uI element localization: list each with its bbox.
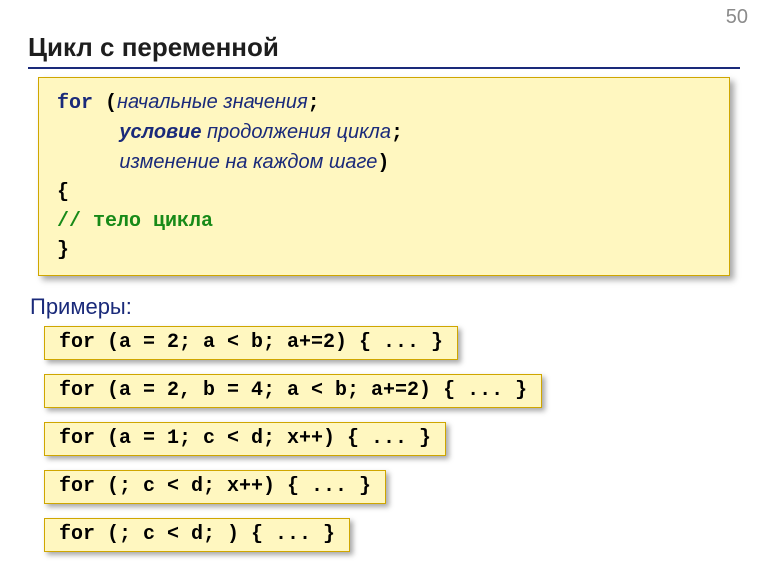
slide: 50 Цикл с переменной for (начальные знач… xyxy=(0,0,768,576)
semicolon-2: ; xyxy=(391,122,403,145)
example-1: for (a = 2; a < b; a+=2) { ... } xyxy=(44,326,458,360)
syntax-line-1: for (начальные значения; xyxy=(57,88,711,118)
example-5: for (; c < d; ) { ... } xyxy=(44,518,350,552)
for-keyword: for xyxy=(57,92,93,115)
semicolon-1: ; xyxy=(308,92,320,115)
body-comment: // тело цикла xyxy=(57,207,711,236)
syntax-line-2: условие продолжения цикла; xyxy=(57,118,711,148)
slide-title: Цикл с переменной xyxy=(28,32,740,63)
condition-label: условие xyxy=(119,121,201,143)
syntax-line-3: изменение на каждом шаге) xyxy=(57,148,711,178)
close-paren: ) xyxy=(377,152,389,175)
example-row-3: for (a = 1; c < d; x++) { ... } xyxy=(28,422,740,470)
open-paren: ( xyxy=(105,92,117,115)
close-brace: } xyxy=(57,236,711,265)
example-4: for (; c < d; x++) { ... } xyxy=(44,470,386,504)
example-row-2: for (a = 2, b = 4; a < b; a+=2) { ... } xyxy=(28,374,740,422)
example-row-1: for (a = 2; a < b; a+=2) { ... } xyxy=(28,326,740,374)
step-text: изменение на каждом шаге xyxy=(119,151,377,173)
open-brace: { xyxy=(57,178,711,207)
examples-label: Примеры: xyxy=(30,294,740,320)
example-3: for (a = 1; c < d; x++) { ... } xyxy=(44,422,446,456)
example-row-5: for (; c < d; ) { ... } xyxy=(28,518,740,566)
title-underline xyxy=(28,67,740,69)
example-2: for (a = 2, b = 4; a < b; a+=2) { ... } xyxy=(44,374,542,408)
condition-rest: продолжения цикла xyxy=(201,121,390,143)
syntax-box: for (начальные значения; условие продолж… xyxy=(38,77,730,276)
page-number: 50 xyxy=(726,6,748,29)
example-row-4: for (; c < d; x++) { ... } xyxy=(28,470,740,518)
init-text: начальные значения xyxy=(117,91,308,113)
